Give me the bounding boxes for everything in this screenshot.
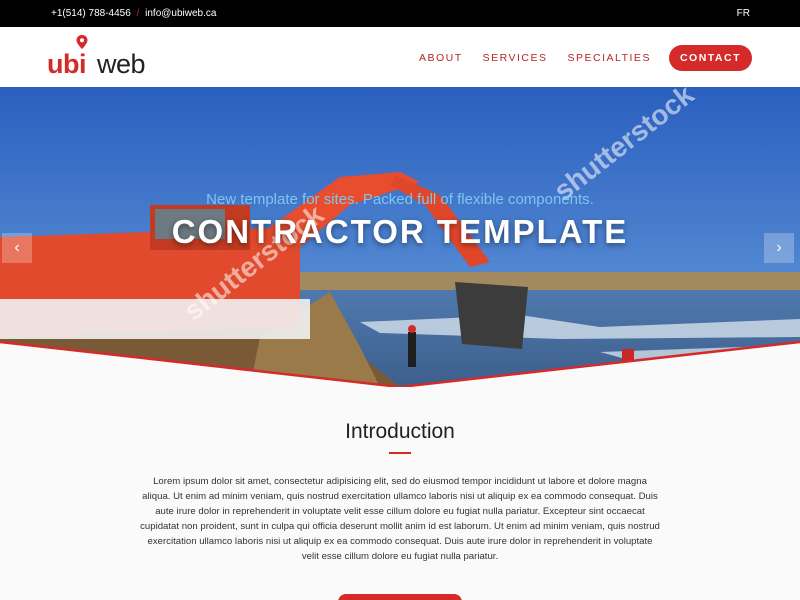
- hero-banner: shutterstock shutterstock New template f…: [0, 87, 800, 387]
- top-bar: +1(514) 788-4456 / info@ubiweb.ca FR: [0, 0, 800, 27]
- logo-text-web: web: [97, 49, 146, 79]
- intro-text: Lorem ipsum dolor sit amet, consectetur …: [140, 476, 660, 562]
- nav-about[interactable]: ABOUT: [419, 52, 463, 64]
- intro-divider: [389, 452, 411, 454]
- hero-subtitle: New template for sites. Packed full of f…: [206, 191, 594, 208]
- intro-button[interactable]: [338, 594, 462, 600]
- slider-prev-button[interactable]: ‹: [2, 233, 32, 263]
- hero-title: CONTRACTOR TEMPLATE: [171, 213, 629, 250]
- nav-services[interactable]: SERVICES: [483, 52, 548, 64]
- chevron-left-icon: ‹: [14, 239, 20, 256]
- logo-text-ubi: ubi: [47, 49, 87, 79]
- logo[interactable]: ubi web: [47, 35, 146, 81]
- slider-next-button[interactable]: ›: [764, 233, 794, 263]
- site-header: ubi web ABOUT SERVICES SPECIALTIES CONTA…: [0, 27, 800, 87]
- main-nav: ABOUT SERVICES SPECIALTIES CONTACT: [399, 45, 752, 71]
- phone-link[interactable]: +1(514) 788-4456: [51, 8, 131, 19]
- intro-heading: Introduction: [345, 420, 455, 443]
- map-pin-icon: [76, 35, 88, 49]
- contact-button[interactable]: CONTACT: [668, 45, 752, 71]
- contact-info: +1(514) 788-4456 / info@ubiweb.ca: [51, 8, 216, 19]
- contact-separator: /: [136, 8, 140, 19]
- language-switch[interactable]: FR: [737, 8, 750, 19]
- chevron-right-icon: ›: [776, 239, 782, 256]
- email-link[interactable]: info@ubiweb.ca: [145, 8, 216, 19]
- nav-specialties[interactable]: SPECIALTIES: [568, 52, 651, 64]
